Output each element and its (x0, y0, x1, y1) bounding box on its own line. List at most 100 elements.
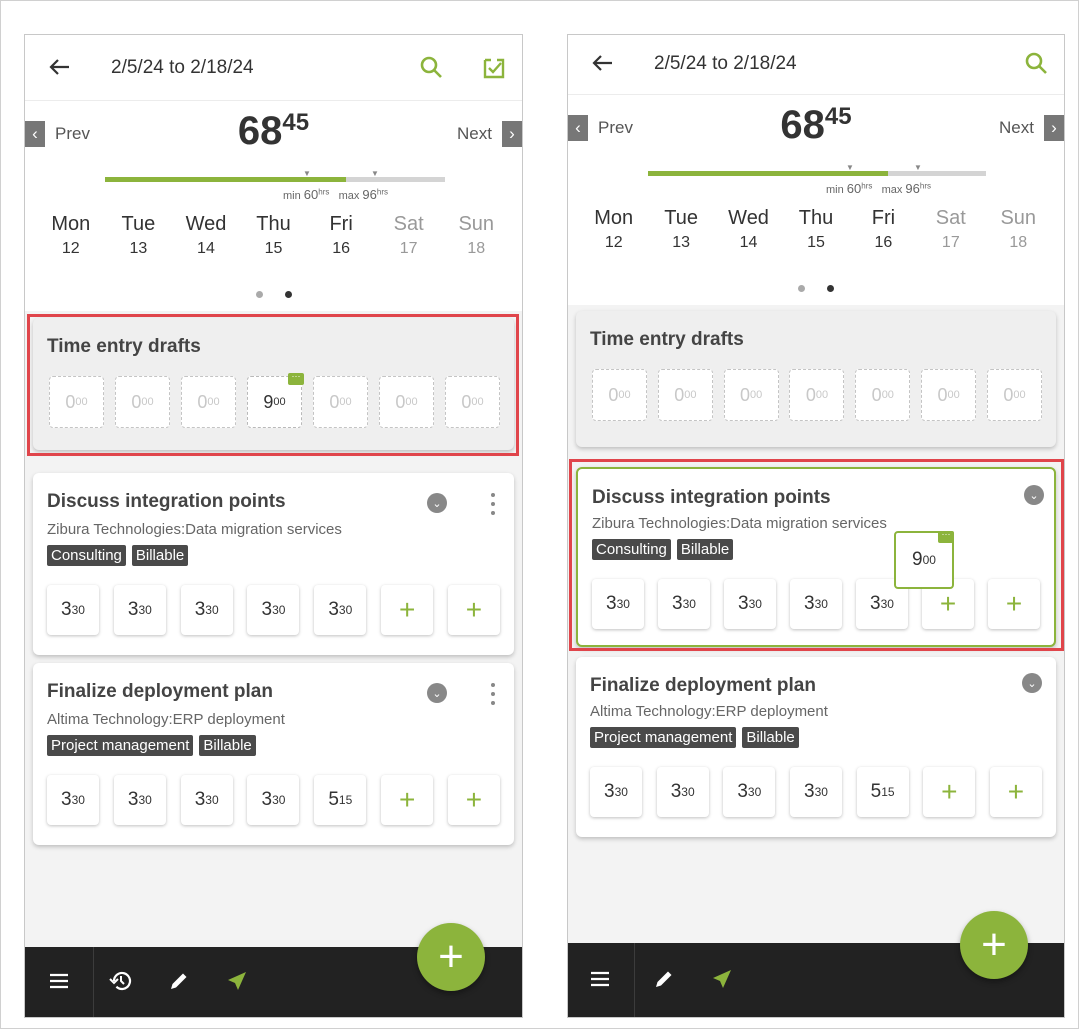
week-days: Mon 12 Tue 13 Wed 14 Thu 15 Fri 16 Sat 17 Sun 1… (580, 207, 1052, 252)
add-time-button[interactable]: + (447, 775, 500, 825)
draft-slot[interactable]: 0 00 (855, 369, 911, 421)
day-sat[interactable]: Sat 17 (917, 207, 984, 252)
divider (93, 947, 94, 1017)
task-tags: Consulting Billable (47, 545, 189, 566)
hours-limits: min 60hrs max 96hrs (283, 187, 388, 202)
add-fab[interactable]: + (417, 923, 485, 991)
total-hours: 6845 (237, 109, 310, 153)
tag: Project management (47, 735, 194, 756)
time-entry[interactable]: 3 30 (314, 585, 367, 635)
time-entry[interactable]: 3 30 (247, 775, 300, 825)
task-subtitle: Zibura Technologies:Data migration servi… (47, 521, 342, 538)
history-icon[interactable] (107, 967, 135, 995)
draft-slot[interactable]: 0 00 (986, 369, 1042, 421)
more-vert-icon[interactable] (489, 493, 497, 515)
max-marker: ▼ (371, 169, 379, 178)
add-time-button[interactable]: + (447, 585, 500, 635)
period-summary: ‹ Prev Next › 6845 ▼ ▼ min 60hrs max 96h… (25, 101, 522, 311)
day-thu[interactable]: Thu 15 (240, 213, 308, 258)
draft-slot[interactable]: 0 00 (723, 369, 779, 421)
min-marker: ▼ (846, 163, 854, 172)
drafts-title: Time entry drafts (590, 329, 744, 350)
task-card[interactable]: Finalize deployment plan ⌄ Altima Techno… (33, 663, 514, 845)
task-card[interactable]: Finalize deployment plan ⌄ Altima Techno… (576, 657, 1056, 837)
app-bar: 2/5/24 to 2/18/24 (568, 35, 1064, 95)
add-time-button[interactable]: + (381, 585, 434, 635)
search-icon[interactable] (419, 55, 445, 81)
day-mon[interactable]: Mon 12 (37, 213, 105, 258)
day-sun[interactable]: Sun 18 (985, 207, 1052, 252)
task-hours: 3 30 3 30 3 30 3 30 3 30 + + (47, 585, 500, 635)
day-wed[interactable]: Wed 14 (172, 213, 240, 258)
day-tue[interactable]: Tue 13 (105, 213, 173, 258)
week-days: Mon 12 Tue 13 Wed 14 Thu 15 Fri 16 Sat 17 Sun 1… (37, 213, 510, 258)
add-time-button[interactable]: + (989, 767, 1042, 817)
hours-limits: min 60hrs max 96hrs (826, 181, 931, 196)
task-title: Finalize deployment plan (47, 681, 273, 702)
search-icon[interactable] (1024, 51, 1050, 77)
task-hours: 3 30 3 30 3 30 3 30 5 15 + + (590, 767, 1042, 817)
chevron-down-icon[interactable]: ⌄ (427, 683, 447, 703)
time-entry[interactable]: 3 30 (180, 775, 233, 825)
day-fri[interactable]: Fri 16 (850, 207, 917, 252)
time-entry[interactable]: 3 30 (789, 767, 842, 817)
day-thu[interactable]: Thu 15 (782, 207, 849, 252)
more-vert-icon[interactable] (489, 683, 497, 705)
time-entry[interactable]: 3 30 (723, 767, 776, 817)
hours-progress-bar (105, 177, 445, 182)
page-indicator (25, 291, 522, 298)
day-mon[interactable]: Mon 12 (580, 207, 647, 252)
day-wed[interactable]: Wed 14 (715, 207, 782, 252)
draft-slot[interactable]: 0 00 (592, 369, 647, 421)
send-icon[interactable] (223, 967, 251, 995)
draft-slot[interactable]: 0 00 (657, 369, 713, 421)
phone-screen-after: 2/5/24 to 2/18/24 ‹ Prev Next › 6845 ▼ ▼… (567, 34, 1065, 1018)
time-entry[interactable]: 3 30 (180, 585, 233, 635)
hamburger-menu-icon[interactable] (45, 967, 73, 995)
add-fab[interactable]: + (960, 911, 1028, 979)
day-fri[interactable]: Fri 16 (307, 213, 375, 258)
min-marker: ▼ (303, 169, 311, 178)
add-time-button[interactable]: + (923, 767, 976, 817)
time-entry-drafts-card: Time entry drafts 0 00 0 00 0 00 0 00 0 00 00… (576, 311, 1056, 447)
day-sun[interactable]: Sun 18 (442, 213, 510, 258)
send-icon[interactable] (708, 965, 736, 993)
app-bar: 2/5/24 to 2/18/24 (25, 35, 522, 101)
page-dot[interactable] (798, 285, 805, 292)
task-hours: 3 30 3 30 3 30 3 30 5 15 + + (47, 775, 500, 825)
highlight-box-drafts (27, 314, 519, 456)
day-tue[interactable]: Tue 13 (647, 207, 714, 252)
task-tags: Project management Billable (47, 735, 256, 756)
time-entry[interactable]: 3 30 (247, 585, 300, 635)
tag: Project management (590, 727, 737, 748)
hamburger-menu-icon[interactable] (586, 965, 614, 993)
task-card[interactable]: Discuss integration points ⌄ Zibura Tech… (33, 473, 514, 655)
pencil-icon[interactable] (165, 967, 193, 995)
tag: Billable (742, 727, 799, 748)
time-entry[interactable]: 3 30 (113, 585, 166, 635)
draft-slot[interactable]: 0 00 (789, 369, 845, 421)
time-entry[interactable]: 5 15 (314, 775, 367, 825)
time-entry[interactable]: 5 15 (856, 767, 909, 817)
time-entry[interactable]: 3 30 (590, 767, 642, 817)
add-time-button[interactable]: + (381, 775, 434, 825)
time-entry[interactable]: 3 30 (47, 585, 99, 635)
chevron-down-icon[interactable]: ⌄ (1022, 673, 1042, 693)
arrow-left-icon[interactable] (45, 53, 73, 81)
hours-progress-bar (648, 171, 986, 176)
draft-slot[interactable]: 0 00 (921, 369, 977, 421)
page-dot-active[interactable] (284, 291, 292, 298)
time-entry[interactable]: 3 30 (47, 775, 99, 825)
time-entry[interactable]: 3 30 (656, 767, 709, 817)
divider (634, 943, 635, 1017)
page-dot[interactable] (255, 291, 263, 298)
arrow-left-icon[interactable] (588, 49, 616, 77)
chevron-down-icon[interactable]: ⌄ (427, 493, 447, 513)
page-dot-active[interactable] (827, 285, 834, 292)
max-marker: ▼ (914, 163, 922, 172)
pencil-icon[interactable] (650, 965, 678, 993)
time-entry[interactable]: 3 30 (113, 775, 166, 825)
tag: Billable (199, 735, 256, 756)
day-sat[interactable]: Sat 17 (375, 213, 443, 258)
check-box-icon[interactable] (481, 55, 507, 81)
